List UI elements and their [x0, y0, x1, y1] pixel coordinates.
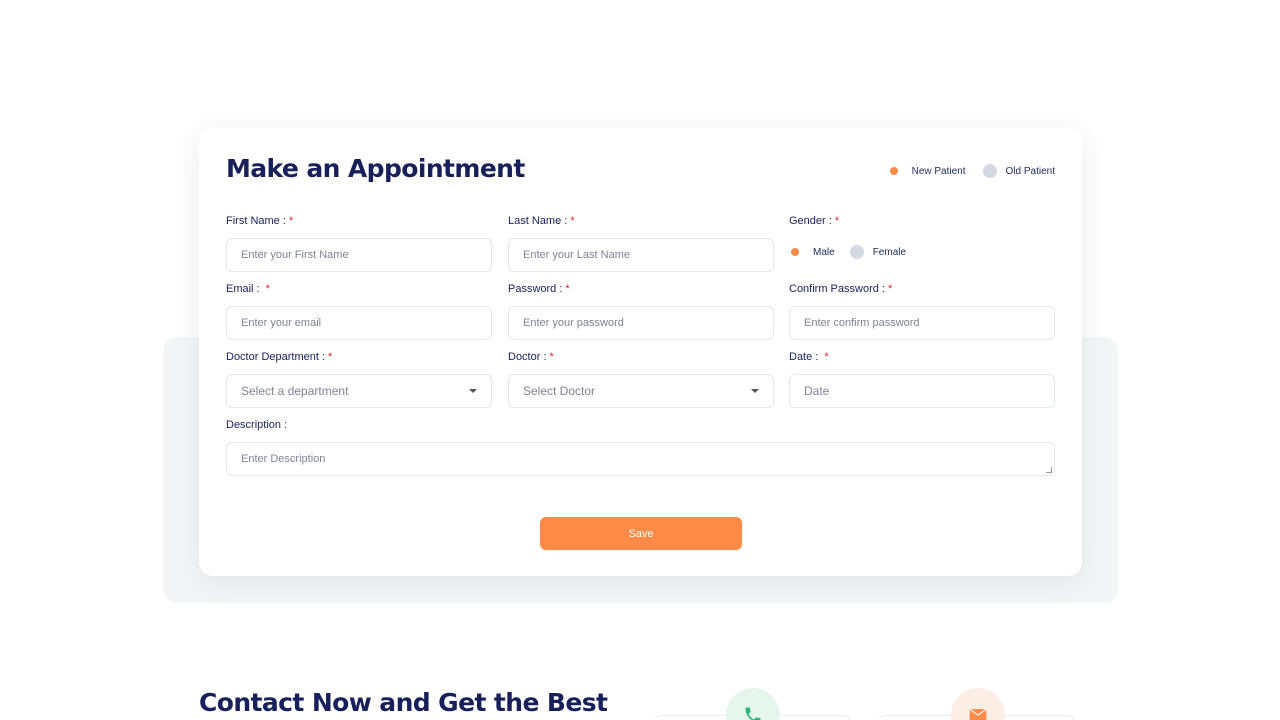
required-marker: * [570, 215, 575, 227]
required-marker: * [887, 283, 893, 295]
radio-new-patient[interactable]: New Patient [889, 165, 966, 177]
radio-old-patient[interactable]: Old Patient [982, 164, 1055, 178]
required-marker: * [565, 283, 570, 295]
confirm-password-input[interactable]: Enter confirm password [789, 306, 1055, 340]
confirm-password-label: Confirm Password : [789, 283, 885, 295]
phone-icon-circle [726, 688, 780, 720]
doctor-select[interactable]: Select Doctor [508, 374, 774, 408]
radio-label-female: Female [872, 246, 907, 258]
description-field: Description : Enter Description [226, 418, 1055, 476]
radio-selected-icon [791, 248, 799, 256]
first-name-label: First Name : [226, 215, 286, 227]
department-field: Doctor Department : * Select a department [226, 350, 492, 408]
radio-male[interactable]: Male [791, 247, 835, 258]
date-field: Date : * Date [789, 350, 1055, 408]
appointment-form-card: Make an Appointment New Patient Old Pati… [199, 128, 1082, 576]
radio-unselected-icon [982, 164, 997, 178]
required-marker: * [834, 215, 840, 227]
required-marker: * [549, 351, 554, 363]
page-title: Make an Appointment [226, 154, 525, 183]
patient-type-radio-group: New Patient Old Patient [889, 164, 1055, 178]
contact-section-title: Contact Now and Get the Best [199, 688, 608, 717]
last-name-field: Last Name : * Enter your Last Name [508, 214, 774, 272]
department-label: Doctor Department : [226, 351, 326, 363]
required-marker: * [328, 351, 333, 363]
email-icon-circle [951, 688, 1005, 720]
doctor-select-value: Select Doctor [523, 384, 596, 398]
email-input[interactable]: Enter your email [226, 306, 492, 340]
caret-down-icon [469, 389, 477, 393]
doctor-label: Doctor : [508, 351, 547, 363]
doctor-field: Doctor : * Select Doctor [508, 350, 774, 408]
radio-unselected-icon [849, 245, 864, 259]
resize-handle-icon[interactable] [1046, 467, 1052, 473]
description-label: Description : [226, 419, 288, 431]
phone-icon [745, 707, 761, 720]
first-name-input[interactable]: Enter your First Name [226, 238, 492, 272]
gender-field: Gender : * Male Female [789, 214, 1055, 259]
password-input[interactable]: Enter your password [508, 306, 774, 340]
radio-label-male: Male [813, 246, 835, 258]
date-label: Date : [789, 351, 819, 363]
radio-selected-icon [889, 167, 898, 175]
save-button[interactable]: Save [540, 517, 742, 550]
radio-female[interactable]: Female [849, 245, 907, 259]
password-label: Password : [508, 283, 563, 295]
description-placeholder: Enter Description [241, 453, 326, 465]
password-field: Password : * Enter your password [508, 282, 774, 340]
gender-radio-group: Male Female [789, 245, 1055, 259]
radio-label-new-patient: New Patient [911, 165, 966, 177]
department-select-value: Select a department [241, 384, 349, 398]
required-marker: * [265, 283, 270, 295]
description-textarea[interactable]: Enter Description [226, 442, 1055, 476]
radio-label-old-patient: Old Patient [1005, 165, 1055, 177]
last-name-label: Last Name : [508, 215, 568, 227]
department-select[interactable]: Select a department [226, 374, 492, 408]
gender-label: Gender : [789, 215, 832, 227]
last-name-input[interactable]: Enter your Last Name [508, 238, 774, 272]
confirm-password-field: Confirm Password : * Enter confirm passwo… [789, 282, 1055, 340]
envelope-icon [969, 708, 987, 720]
email-label: Email : [226, 283, 260, 295]
first-name-field: First Name : * Enter your First Name [226, 214, 492, 272]
required-marker: * [288, 215, 294, 227]
required-marker: * [824, 351, 829, 363]
email-field: Email : * Enter your email [226, 282, 492, 340]
caret-down-icon [751, 389, 759, 393]
date-input[interactable]: Date [789, 374, 1055, 408]
